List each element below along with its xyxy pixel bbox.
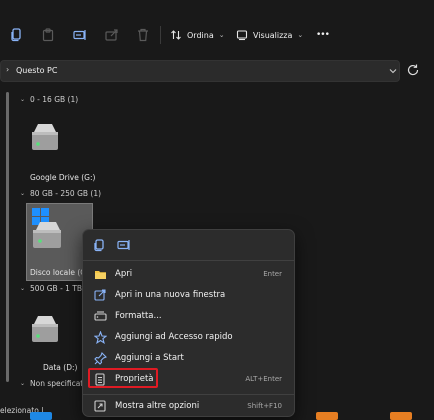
menu-item-pin-start[interactable]: Aggiungi a Start: [89, 348, 290, 368]
star-icon: [93, 330, 107, 344]
menu-item-format[interactable]: Formatta...: [89, 306, 290, 326]
hard-drive-icon: [32, 316, 58, 342]
refresh-icon[interactable]: [406, 63, 420, 77]
hard-drive-icon: [32, 124, 58, 150]
context-menu: Apri Enter Apri in una nuova finestra Fo…: [82, 229, 295, 417]
menu-item-show-more-options[interactable]: Mostra altre opzioni Shift+F10: [89, 396, 290, 416]
drive-label: Google Drive (G:): [30, 173, 96, 182]
scrollbar[interactable]: [6, 92, 9, 382]
menu-separator: [83, 260, 294, 261]
format-drive-icon: [93, 309, 107, 323]
group-header[interactable]: ⌄ Non specificato: [20, 379, 88, 388]
view-icon: [236, 30, 248, 41]
menu-item-pin-quick-access[interactable]: Aggiungi ad Accesso rapido: [89, 327, 290, 347]
view-menu-button[interactable]: Visualizza ⌄: [236, 27, 303, 43]
more-options-icon: [93, 399, 107, 413]
menu-separator: [83, 394, 294, 395]
address-path[interactable]: Questo PC: [16, 66, 57, 75]
taskbar-app-icon[interactable]: [30, 412, 52, 420]
context-menu-quick-actions: [83, 230, 294, 260]
copy-icon[interactable]: [8, 27, 24, 43]
chevron-down-icon: ⌄: [20, 190, 26, 197]
sort-icon: [171, 30, 181, 40]
annotation-highlight-box: [88, 368, 158, 388]
group-header[interactable]: ⌄ 0 - 16 GB (1): [20, 95, 78, 104]
file-explorer-window: Ordina ⌄ Visualizza ⌄ ••• › Questo PC ⌄ …: [0, 0, 434, 420]
taskbar-app-icon[interactable]: [316, 412, 338, 420]
copy-icon[interactable]: [93, 239, 105, 252]
chevron-right-icon[interactable]: ›: [6, 65, 9, 74]
taskbar-app-icon[interactable]: [390, 412, 412, 420]
system-drive-icon: [32, 208, 61, 248]
chevron-down-icon: ⌄: [20, 96, 26, 103]
pin-icon: [93, 351, 107, 365]
more-options-button[interactable]: •••: [316, 27, 330, 43]
sort-menu-button[interactable]: Ordina ⌄: [170, 27, 225, 43]
chevron-down-icon: ⌄: [297, 31, 304, 39]
menu-item-open-new-window[interactable]: Apri in una nuova finestra: [89, 285, 290, 305]
open-new-window-icon: [93, 288, 107, 302]
chevron-down-icon: ⌄: [20, 285, 26, 292]
rename-icon[interactable]: [117, 239, 131, 251]
command-bar: Ordina ⌄ Visualizza ⌄ •••: [0, 18, 434, 52]
rename-icon[interactable]: [72, 27, 88, 43]
sort-label: Ordina: [187, 30, 214, 40]
share-icon[interactable]: [104, 27, 120, 43]
drive-label: Data (D:): [43, 363, 78, 372]
menu-item-open[interactable]: Apri Enter: [89, 264, 290, 284]
paste-icon[interactable]: [40, 27, 56, 43]
folder-icon: [93, 267, 107, 281]
address-bar[interactable]: › Questo PC: [0, 60, 400, 82]
view-label: Visualizza: [253, 30, 293, 40]
toolbar-separator: [160, 26, 161, 44]
group-header[interactable]: ⌄ 80 GB - 250 GB (1): [20, 189, 101, 198]
delete-icon[interactable]: [135, 27, 151, 43]
chevron-down-icon: ⌄: [218, 31, 225, 39]
group-header[interactable]: ⌄ 500 GB - 1 TB (: [20, 284, 87, 293]
drive-label: Disco locale (C: [30, 268, 86, 277]
chevron-down-icon: ⌄: [20, 380, 26, 387]
chevron-down-icon[interactable]: [387, 65, 399, 77]
